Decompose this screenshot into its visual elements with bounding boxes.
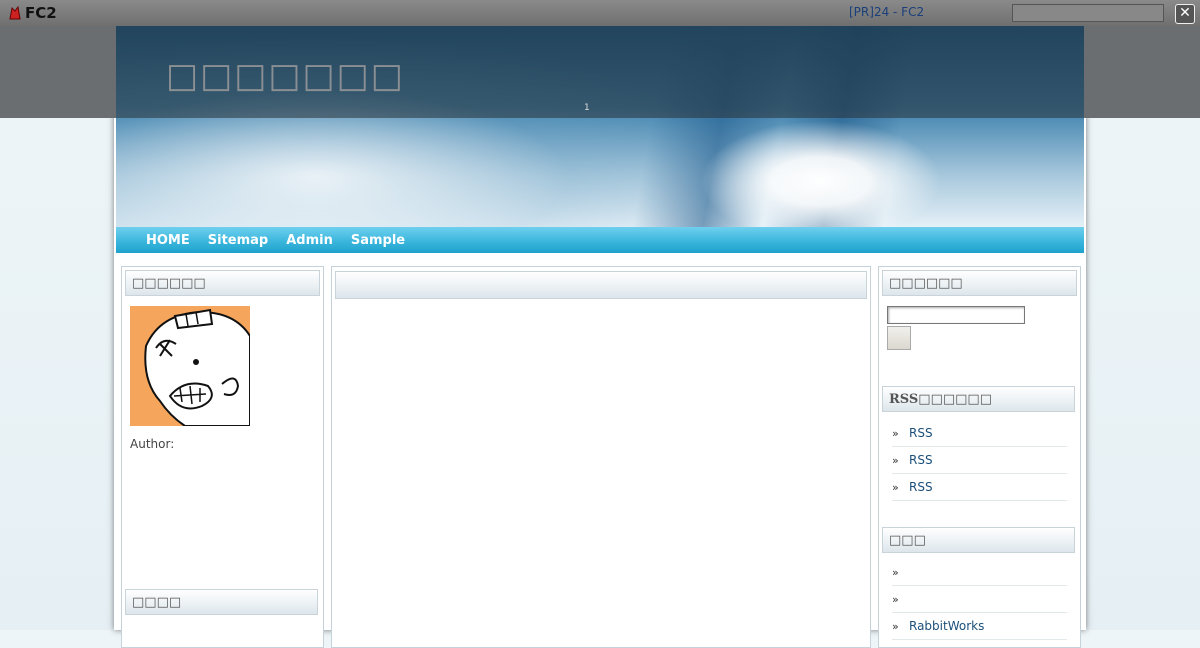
nav-admin[interactable]: Admin bbox=[286, 233, 333, 248]
author-label: Author: bbox=[130, 437, 175, 451]
entry-heading bbox=[335, 271, 867, 299]
close-icon[interactable]: ✕ bbox=[1175, 4, 1195, 24]
avatar-illustration bbox=[144, 308, 250, 426]
chevron-right-icon: » bbox=[892, 565, 899, 579]
link-item[interactable]: » bbox=[892, 559, 1067, 586]
rss-link[interactable]: RSS bbox=[909, 453, 933, 467]
fc2-search-input[interactable] bbox=[1012, 4, 1164, 22]
site-title[interactable]: □□□□□□□ bbox=[166, 56, 405, 96]
chevron-right-icon: » bbox=[892, 453, 899, 467]
rss-item[interactable]: » RSS bbox=[892, 447, 1067, 474]
chevron-right-icon: » bbox=[892, 426, 899, 440]
rss-item[interactable]: » RSS bbox=[892, 474, 1067, 501]
links-heading: □□□ bbox=[882, 527, 1075, 553]
link-item[interactable]: » bbox=[892, 586, 1067, 613]
nav-sample[interactable]: Sample bbox=[351, 233, 405, 248]
rss-link[interactable]: RSS bbox=[909, 480, 933, 494]
blog-header: □□□□□□□ 1 bbox=[116, 26, 1084, 227]
link-item[interactable]: » RabbitWorks bbox=[892, 613, 1067, 640]
fc2-logo-icon bbox=[9, 6, 21, 20]
right-sidebar: □□□□□□ RSS□□□□□□ » RSS » RSS » RSS □□□ » » … bbox=[878, 266, 1081, 648]
chevron-right-icon: » bbox=[892, 480, 899, 494]
pr-link[interactable]: [PR]24 - FC2 bbox=[849, 5, 924, 19]
search-heading: □□□□□□ bbox=[882, 270, 1077, 296]
nav-home[interactable]: HOME bbox=[146, 233, 190, 248]
fc2-logo[interactable]: FC2 bbox=[8, 4, 57, 22]
rss-list: » RSS » RSS » RSS bbox=[882, 420, 1075, 501]
left-sidebar: □□□□□□ Author: □□□□ bbox=[121, 266, 324, 648]
search-button[interactable] bbox=[887, 326, 911, 350]
links-section: □□□ » » » RabbitWorks bbox=[882, 527, 1075, 640]
rss-link[interactable]: RSS bbox=[909, 426, 933, 440]
chevron-right-icon: » bbox=[892, 619, 899, 633]
search-input[interactable] bbox=[887, 306, 1025, 324]
rss-item[interactable]: » RSS bbox=[892, 420, 1067, 447]
fc2-toolbar: FC2 [PR]24 - FC2 ✕ bbox=[0, 0, 1200, 26]
rss-heading: RSS□□□□□□ bbox=[882, 386, 1075, 412]
left-second-section: □□□□ bbox=[125, 589, 318, 615]
page-marker: 1 bbox=[584, 103, 590, 113]
main-content bbox=[331, 266, 871, 648]
main-nav: HOME Sitemap Admin Sample bbox=[116, 227, 1084, 253]
chevron-right-icon: » bbox=[892, 592, 899, 606]
profile-heading: □□□□□□ bbox=[125, 270, 320, 296]
avatar bbox=[130, 306, 250, 426]
link-text[interactable]: RabbitWorks bbox=[909, 619, 984, 633]
links-list: » » » RabbitWorks bbox=[882, 559, 1075, 640]
rss-section: RSS□□□□□□ » RSS » RSS » RSS bbox=[882, 386, 1075, 501]
fc2-logo-text: FC2 bbox=[25, 4, 57, 22]
nav-sitemap[interactable]: Sitemap bbox=[208, 233, 268, 248]
second-heading: □□□□ bbox=[125, 589, 318, 615]
